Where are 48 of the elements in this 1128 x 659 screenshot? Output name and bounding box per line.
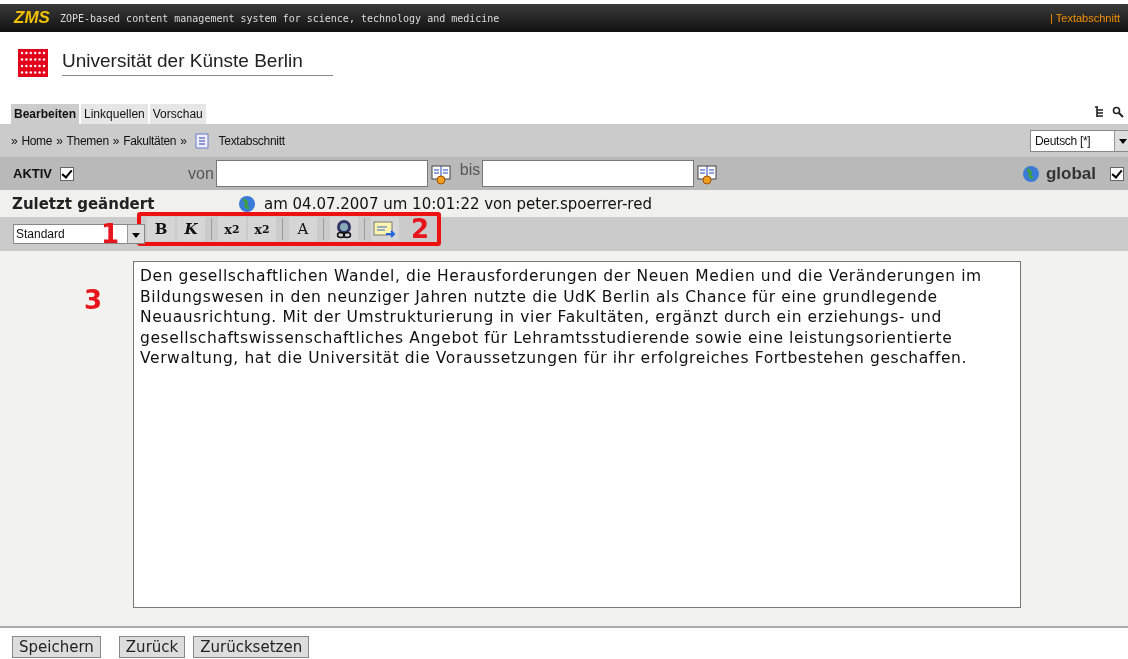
form-button[interactable]: Zurück bbox=[118, 636, 186, 658]
language-select[interactable]: Deutsch [*] bbox=[1030, 129, 1128, 152]
format-button[interactable]: B bbox=[147, 217, 175, 241]
last-changed-value: am 04.07.2007 um 10:01:22 von peter.spoerrer-red bbox=[264, 194, 652, 213]
globe-chain-icon bbox=[334, 219, 354, 239]
breadcrumb-current: Textabschnitt bbox=[218, 133, 286, 148]
breadcrumb-link[interactable]: Fakultäten bbox=[123, 133, 177, 148]
search-icon[interactable] bbox=[1112, 106, 1124, 118]
university-name: Universität der Künste Berlin bbox=[62, 50, 333, 76]
tab[interactable]: Linkquellen bbox=[81, 104, 148, 124]
from-label: von bbox=[188, 164, 214, 183]
format-button[interactable]: K bbox=[177, 217, 205, 241]
document-icon bbox=[194, 132, 209, 149]
to-date-field[interactable] bbox=[482, 160, 695, 187]
form-button[interactable]: Speichern bbox=[12, 636, 101, 658]
breadcrumb-separator: » bbox=[180, 133, 187, 148]
globe-icon bbox=[238, 194, 256, 213]
form-button[interactable]: Zurücksetzen bbox=[193, 636, 310, 658]
annotation-number: 1 bbox=[101, 221, 121, 247]
last-changed-label: Zuletzt geändert bbox=[12, 194, 156, 213]
to-label: bis bbox=[459, 161, 481, 179]
breadcrumb-link[interactable]: Themen bbox=[66, 133, 109, 148]
breadcrumb-separator: » bbox=[56, 133, 63, 148]
breadcrumb-separator: » bbox=[112, 133, 120, 148]
active-checkbox[interactable] bbox=[60, 166, 74, 181]
university-logo-icon bbox=[18, 49, 48, 77]
annotation-number: 2 bbox=[411, 216, 430, 242]
envelope-arrow-icon bbox=[373, 219, 397, 239]
breadcrumb-link[interactable]: Home bbox=[21, 133, 53, 148]
zms-logo: ZMS bbox=[14, 8, 50, 28]
global-label: global bbox=[1045, 163, 1096, 184]
tagline: ZOPE-based content management system for science, technology and medicine bbox=[59, 12, 501, 24]
tree-icon[interactable] bbox=[1094, 106, 1106, 118]
insert-button[interactable] bbox=[371, 217, 399, 241]
link-button[interactable] bbox=[330, 217, 358, 241]
global-checkbox[interactable] bbox=[1110, 166, 1124, 181]
calendar-icon[interactable] bbox=[429, 162, 452, 185]
from-date-field[interactable] bbox=[215, 160, 428, 187]
format-button[interactable]: A bbox=[289, 217, 317, 241]
tab[interactable]: Bearbeiten bbox=[11, 104, 80, 124]
breadcrumb-separator: » bbox=[11, 133, 18, 148]
annotation-number: 3 bbox=[84, 287, 103, 313]
calendar-icon[interactable] bbox=[696, 162, 719, 185]
tab[interactable]: Vorschau bbox=[149, 104, 206, 124]
context-link[interactable]: | Textabschnitt bbox=[1050, 12, 1120, 24]
globe-icon bbox=[1021, 164, 1040, 183]
text-editor-field[interactable]: Den gesellschaftlichen Wandel, die Herausforderungen der Neuen Medien und die Veränderungen im Bildungswesen in den neunziger Jahren nutzte die UdK Berlin als Chance für eine grundlegende Neuausrichtung. Mit der Umstrukturierung in vier Fakultäten, ergänzt durch ein erziehungs- und gesellschaftswissenschaftliches Angebot für Lehramtsstudierende sowie eine leistungsorientierte Verwaltung, hat die Universität die Voraussetzungen für ihr erfolgreiches Fortbestehen geschaffen. bbox=[133, 261, 1021, 608]
active-label: AKTIV bbox=[13, 166, 52, 181]
